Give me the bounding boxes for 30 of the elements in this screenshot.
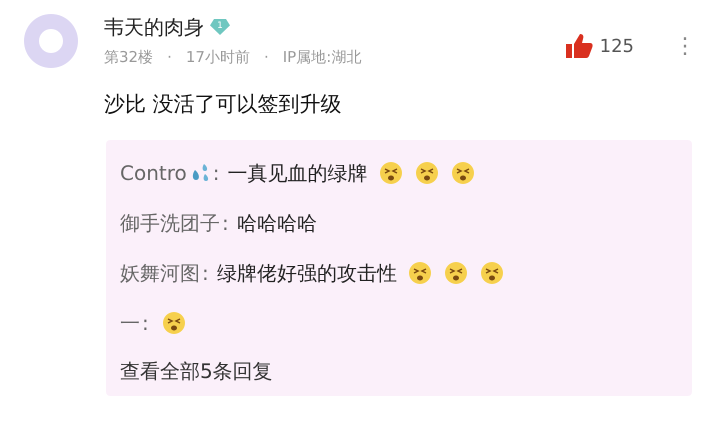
more-icon[interactable]: ⋮: [674, 30, 696, 63]
reply-separator: :: [222, 210, 229, 237]
username[interactable]: 韦天的肉身: [104, 12, 204, 42]
post-meta: ·: [167, 47, 172, 68]
comment-text: 沙比 没活了可以签到升级: [104, 90, 343, 118]
level-badge: 1: [210, 19, 230, 35]
laughing-face-icon: [480, 261, 504, 285]
laughing-face-icon: [378, 161, 402, 185]
like-count: 125: [600, 34, 634, 58]
reply-author[interactable]: Contro: [120, 158, 187, 188]
reply-separator: :: [202, 260, 209, 287]
laughing-face-icon: [414, 161, 438, 185]
post-meta: ·: [264, 47, 269, 68]
reply-text: 哈哈哈哈: [236, 210, 317, 237]
reply-author[interactable]: 妖舞河图: [120, 258, 200, 288]
post-meta: 17小时前: [186, 47, 250, 68]
thumbs-up-icon[interactable]: [564, 32, 594, 60]
post-meta: IP属地:湖北: [282, 47, 362, 68]
laughing-face-icon: [450, 161, 474, 185]
reply-text: 绿牌佬好强的攻击性: [216, 260, 397, 287]
laughing-face-icon: [162, 311, 186, 335]
reply-separator: :: [212, 160, 220, 187]
reply-separator: :: [142, 310, 149, 337]
laughing-face-icon: [408, 261, 432, 285]
view-all-replies-link[interactable]: 查看全部5条回复: [120, 356, 678, 386]
post-meta: 第32楼: [104, 47, 154, 68]
reply-text: 一真见血的绿牌: [228, 160, 368, 187]
laughing-face-icon: [444, 261, 468, 285]
reply-author[interactable]: 一: [120, 308, 140, 338]
reply-author[interactable]: 御手洗团子: [120, 208, 220, 238]
